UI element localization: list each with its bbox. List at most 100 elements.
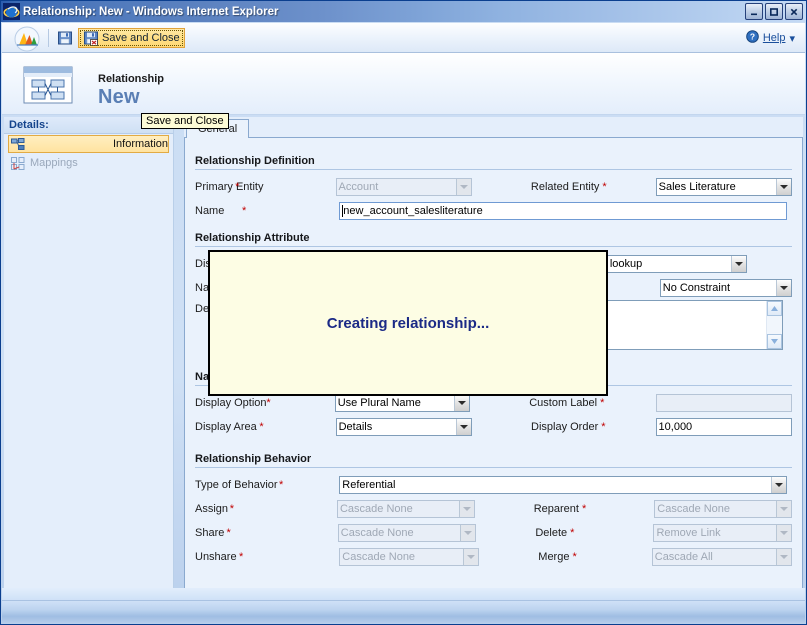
close-button[interactable] [785,3,803,20]
help-label: Help [762,32,786,44]
window-title-bar: Relationship: New - Windows Internet Exp… [1,1,806,22]
field-type-of-behavior-value: Referential [342,479,396,491]
chevron-down-icon[interactable] [771,477,787,493]
save-and-close-button[interactable]: Save and Close [78,27,185,48]
required-marker: * [266,397,271,409]
required-marker: * [279,479,284,491]
field-name-value: new_account_salesliterature [343,205,483,217]
required-marker: * [226,527,231,539]
scroll-up-icon[interactable] [767,301,782,316]
field-assign[interactable]: Cascade None [336,500,475,518]
chevron-down-icon[interactable] [730,256,746,272]
chevron-down-icon[interactable] [776,525,791,541]
field-related-entity-value: Sales Literature [658,181,736,193]
chevron-down-icon[interactable] [775,549,791,565]
chevron-down-icon[interactable] [776,280,791,296]
record-entity-type: Relationship [98,73,165,85]
label-related-entity: Related Entity [530,181,600,193]
creating-relationship-overlay: Creating relationship... [208,250,608,396]
field-delete[interactable]: Remove Link [653,524,792,542]
help-menu[interactable]: ? Help ▾ [746,30,795,46]
field-reparent[interactable]: Cascade None [654,500,793,518]
required-marker: * [229,503,234,515]
field-related-entity[interactable]: Sales Literature [655,178,793,196]
field-display-option[interactable]: Use Plural Name [334,394,471,412]
save-and-close-tooltip: Save and Close [141,113,229,129]
chevron-down-icon[interactable] [458,501,474,517]
overlay-message: Creating relationship... [326,314,490,332]
field-primary-entity-value: Account [338,181,379,193]
label-type-of-behavior: Type of Behavior [195,479,278,491]
label-reparent: Reparent [533,503,579,515]
information-icon [11,137,25,151]
field-type[interactable]: lookup [606,255,747,273]
chevron-down-icon[interactable] [776,179,792,195]
form-row-share-delete: Share * Cascade None Delete * Remove Lin… [195,521,792,545]
description-scrollbar[interactable] [766,301,782,349]
maximize-button[interactable] [765,3,783,20]
scroll-down-icon[interactable] [767,334,782,349]
save-and-close-icon [84,31,98,46]
field-assign-value: Cascade None [339,503,413,515]
label-merge: Merge [538,551,570,563]
scrollbar-track[interactable] [767,316,782,334]
sidebar-item-mappings[interactable]: Mappings [8,154,169,172]
label-display-option: Display Option [195,397,267,409]
field-merge-value: Cascade All [654,551,713,563]
relationship-entity-icon [16,64,78,106]
minimize-button[interactable] [745,3,763,20]
field-type-value: lookup [609,258,643,270]
sidebar-item-information[interactable]: Information [8,135,169,153]
status-bar [2,600,805,623]
field-primary-entity[interactable]: Account [335,178,472,196]
window-controls [745,3,803,20]
save-button[interactable] [55,28,78,48]
field-custom-label[interactable] [656,394,792,412]
mappings-icon [11,156,25,170]
field-delete-value: Remove Link [656,527,721,539]
left-navigation-pane: Details: ≪ Information [4,117,174,601]
field-display-order[interactable]: 10,000 [655,418,792,436]
form-row-name: Name * new_account_salesliterature [195,199,792,223]
field-display-area[interactable]: Details [335,418,472,436]
details-header-label: Details: [9,119,49,131]
svg-text:?: ? [750,32,755,42]
browser-window: Relationship: New - Windows Internet Exp… [0,0,807,625]
crm-toolbar: Save and Close ? Help ▾ [2,23,805,53]
field-merge[interactable]: Cascade All [651,548,792,566]
chevron-down-icon[interactable] [456,419,471,435]
form-row-assign-reparent: Assign * Cascade None Reparent * Cascade… [195,497,793,521]
required-marker: * [602,181,607,193]
required-marker: * [235,181,240,193]
label-display-order: Display Order [531,421,599,433]
form-row-type-of-behavior: Type of Behavior * Referential [195,473,792,497]
form-bottom-strip [2,588,805,600]
save-and-close-label: Save and Close [102,31,180,44]
chevron-down-icon[interactable] [463,549,479,565]
field-share[interactable]: Cascade None [337,524,477,542]
field-reparent-value: Cascade None [657,503,731,515]
record-header: Relationship New Save and Close [2,53,805,129]
field-requirement-level[interactable]: No Constraint [659,279,792,297]
chevron-down-icon[interactable] [776,501,792,517]
required-marker: * [600,397,605,409]
field-display-order-value: 10,000 [658,421,693,433]
field-name[interactable]: new_account_salesliterature [339,202,788,220]
chevron-down-icon[interactable] [460,525,476,541]
section-rule [195,246,792,247]
field-unshare[interactable]: Cascade None [339,548,480,566]
record-name: New [98,86,140,108]
chevron-down-icon[interactable] [454,395,470,411]
form-row-primary-entity: Primary Entity * Account Related Entity … [195,175,793,199]
section-rule [195,467,792,468]
label-delete: Delete [535,527,568,539]
label-primary-entity: Primary Entity [195,181,264,193]
chevron-down-icon: ▾ [789,32,795,45]
internet-explorer-icon [3,3,20,20]
form-row-display-area: Display Area * Details Display Order * 1… [195,415,792,439]
field-type-of-behavior[interactable]: Referential [339,476,788,494]
chevron-down-icon[interactable] [455,179,471,195]
tab-strip: General [184,117,803,139]
label-unshare: Unshare [195,551,237,563]
dynamics-crm-logo-icon [12,26,42,51]
